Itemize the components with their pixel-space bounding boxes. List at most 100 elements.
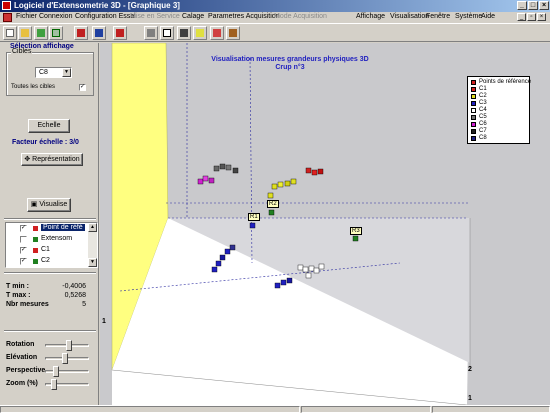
menu-mise-en-service[interactable]: Mise en Service	[130, 13, 180, 20]
target-combo[interactable]: C8 ▼	[35, 67, 72, 78]
legend-label: C3	[479, 100, 487, 106]
legend-label: C5	[479, 114, 487, 120]
list-item[interactable]: ✓ C1	[6, 245, 90, 256]
axis-label-bottom: 1	[468, 395, 472, 402]
list-item[interactable]: ✓ Point de réfé	[6, 223, 90, 234]
menu-configuration-essai[interactable]: Configuration Essai	[75, 13, 136, 20]
maximize-button[interactable]: □	[528, 1, 538, 10]
all-targets-label: Toutes les cibles	[11, 84, 56, 90]
rotation-slider[interactable]	[45, 340, 89, 351]
list-item-checkbox[interactable]: ✓	[20, 247, 27, 254]
zoom-slider-thumb[interactable]	[51, 379, 57, 390]
rotation-slider-thumb[interactable]	[66, 340, 72, 351]
chevron-down-icon[interactable]: ▼	[62, 68, 71, 77]
list-item-label: C1	[41, 246, 50, 253]
save-icon	[77, 29, 85, 37]
table-button[interactable]	[49, 26, 63, 40]
point-label-r3: R3	[350, 227, 362, 235]
view-subtitle: Crup n°3	[275, 64, 305, 71]
legend-label: C6	[479, 121, 487, 127]
save-button[interactable]	[74, 26, 88, 40]
legend-label: C4	[479, 107, 487, 113]
export-button[interactable]	[113, 26, 127, 40]
rotation-label: Rotation	[6, 341, 35, 348]
chart-icon	[95, 29, 103, 37]
axis-label-left: 1	[102, 318, 106, 325]
title-bar: Logiciel d'Extensometrie 3D - [Graphique…	[0, 0, 550, 12]
mdi-restore-button[interactable]: ▫	[527, 13, 536, 21]
window-icon	[163, 29, 171, 37]
minimize-button[interactable]: _	[517, 1, 527, 10]
window-button[interactable]	[160, 26, 174, 40]
zoom-slider[interactable]	[45, 379, 89, 390]
tmax-value: 0,5268	[64, 292, 86, 299]
representation-button-label: Représentation	[32, 156, 80, 163]
scroll-down-icon[interactable]: ▼	[88, 258, 97, 267]
camera-button[interactable]	[177, 26, 191, 40]
scale-button[interactable]: Echelle	[28, 119, 70, 133]
mdi-minimize-button[interactable]: _	[517, 13, 526, 21]
menu-bar: Fichier Connexion Configuration Essai Mi…	[0, 12, 550, 23]
menu-calage[interactable]: Calage	[182, 13, 204, 20]
point-label-r1: R1	[248, 213, 260, 221]
menu-affichage[interactable]: Affichage	[356, 13, 385, 20]
status-cell	[432, 406, 550, 413]
all-targets-checkbox[interactable]: ✓	[79, 84, 86, 91]
color-swatch	[33, 226, 38, 231]
representation-button[interactable]: ✥ Représentation	[21, 153, 83, 166]
visualise-button[interactable]: ▣ Visualise	[27, 198, 71, 212]
legend-label: C7	[479, 128, 487, 134]
close-button[interactable]: ×	[539, 1, 549, 10]
elevation-slider-thumb[interactable]	[62, 353, 68, 364]
points-yellow	[267, 178, 297, 199]
divider	[4, 218, 96, 220]
legend-item: C4	[471, 107, 487, 114]
legend-label: Points de référence	[479, 79, 532, 85]
tool-button[interactable]	[210, 26, 224, 40]
document-icon[interactable]	[3, 13, 12, 22]
menu-visualisation[interactable]: Visualisation	[390, 13, 429, 20]
print-button[interactable]	[144, 26, 158, 40]
points-magenta	[197, 175, 215, 185]
menu-parametres-acquisition[interactable]: Parametres Acquisition	[208, 13, 280, 20]
legend-item: C1	[471, 86, 487, 93]
list-item[interactable]: ✓ C2	[6, 256, 90, 267]
open-button[interactable]	[18, 26, 32, 40]
menu-fichier[interactable]: Fichier	[16, 13, 37, 20]
points-red	[305, 167, 324, 176]
exit-button[interactable]	[226, 26, 240, 40]
list-scrollbar[interactable]: ▲ ▼	[88, 223, 97, 267]
legend-swatch	[471, 115, 476, 120]
menu-systeme[interactable]: Système	[455, 13, 482, 20]
perspective-slider-thumb[interactable]	[53, 366, 59, 377]
help-button[interactable]	[193, 26, 207, 40]
scroll-up-icon[interactable]: ▲	[88, 223, 97, 232]
elevation-slider[interactable]	[45, 353, 89, 364]
status-cell	[301, 406, 431, 413]
legend-swatch	[471, 87, 476, 92]
menu-aide[interactable]: Aide	[481, 13, 495, 20]
list-item[interactable]: Extensom	[6, 234, 90, 245]
grid-button[interactable]	[34, 26, 48, 40]
chart-button[interactable]	[92, 26, 106, 40]
target-list[interactable]: ✓ Point de réfé Extensom ✓ C1 ✓ C2 ▲ ▼	[5, 222, 98, 268]
measures-count-label: Nbr mesures	[6, 301, 49, 308]
menu-connexion[interactable]: Connexion	[39, 13, 72, 20]
camera-icon	[180, 29, 188, 37]
list-item-checkbox[interactable]: ✓	[20, 258, 27, 265]
list-item-checkbox[interactable]	[20, 236, 27, 243]
points-gray	[213, 163, 239, 174]
new-button[interactable]	[3, 26, 17, 40]
mdi-close-button[interactable]: ×	[537, 13, 546, 21]
perspective-slider[interactable]	[45, 366, 89, 377]
open-icon	[21, 29, 29, 37]
tmin-label: T min :	[6, 283, 29, 290]
3d-viewport[interactable]: Visualisation mesures grandeurs physique…	[100, 43, 550, 405]
print-icon	[147, 29, 155, 37]
list-item-checkbox[interactable]: ✓	[20, 225, 27, 232]
menu-mode-acquisition[interactable]: Mode Acquisition	[274, 13, 327, 20]
legend: Points de référence C1 C2 C3 C4 C5 C6 C7…	[467, 76, 532, 144]
representation-icon: ✥	[24, 156, 33, 163]
menu-fenetre[interactable]: Fenêtre	[426, 13, 450, 20]
legend-swatch	[471, 108, 476, 113]
